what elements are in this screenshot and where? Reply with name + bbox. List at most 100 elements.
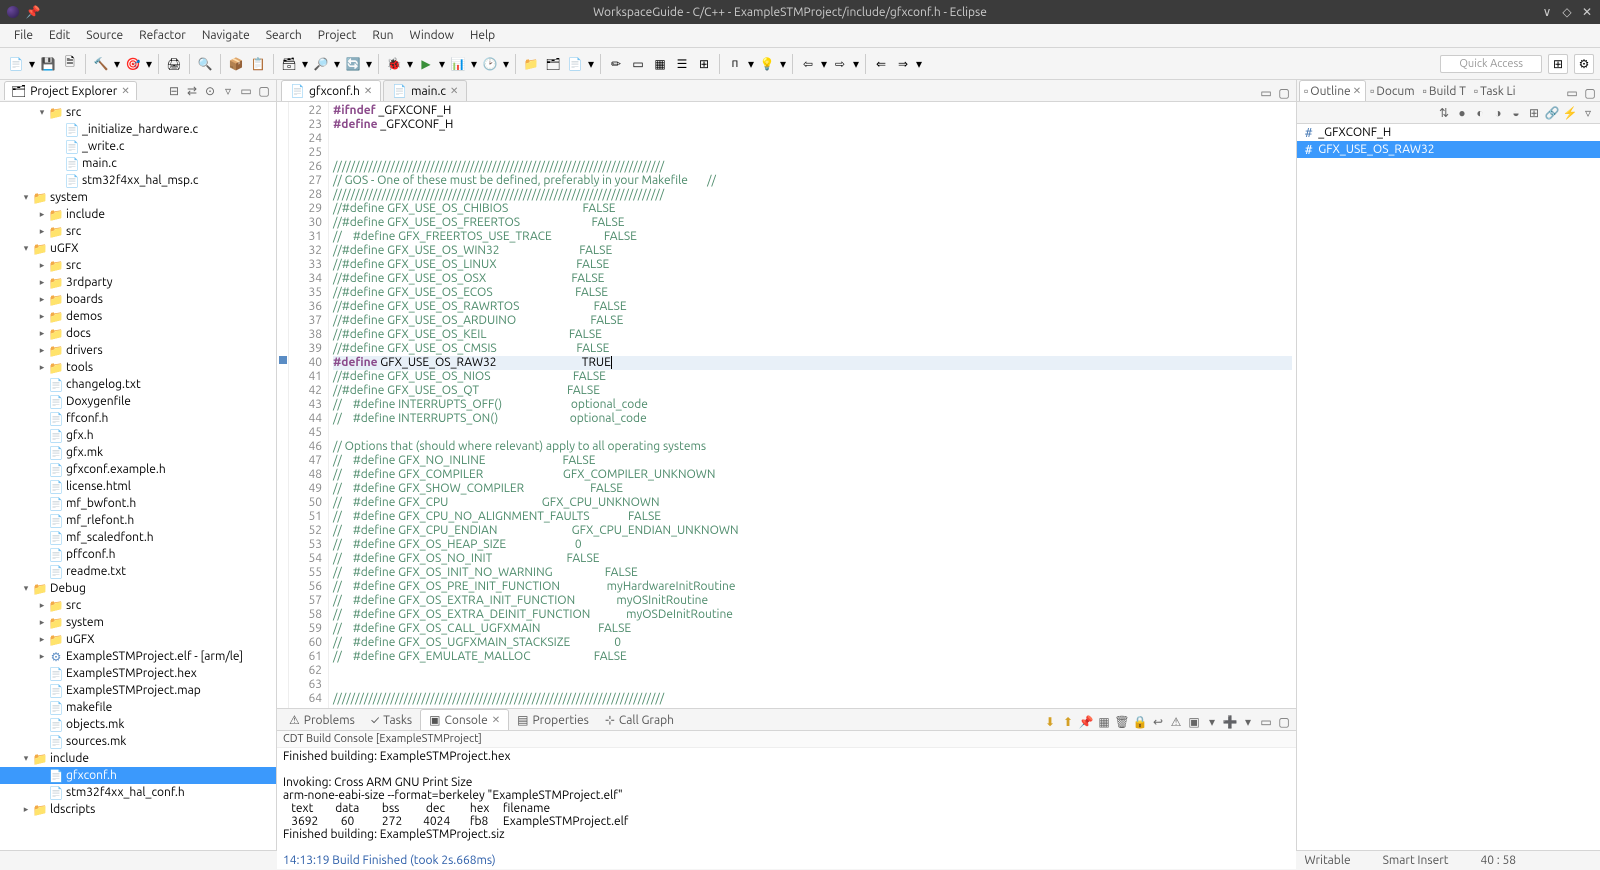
search-icon[interactable]: 🔎 xyxy=(311,54,331,74)
tree-item[interactable]: ▸📁docs xyxy=(0,325,276,342)
chevron-down-icon[interactable]: ▾ xyxy=(406,57,414,71)
chevron-down-icon[interactable]: ▾ xyxy=(779,57,787,71)
collapse-all-icon[interactable]: ⊟ xyxy=(166,83,182,99)
outline-tab-docum[interactable]: ▫Docum xyxy=(1366,81,1419,101)
link-icon[interactable]: 🔗 xyxy=(1544,105,1560,121)
tree-item[interactable]: ▸📁tools xyxy=(0,359,276,376)
pi-icon[interactable]: π xyxy=(725,54,745,74)
menu-run[interactable]: Run xyxy=(364,27,401,44)
tree-item[interactable]: ▸📁boards xyxy=(0,291,276,308)
tree-item[interactable]: 📄license.html xyxy=(0,478,276,495)
tree-item[interactable]: 📄gfxconf.example.h xyxy=(0,461,276,478)
chevron-down-icon[interactable]: ▾ xyxy=(747,57,755,71)
word-wrap-icon[interactable]: ↩ xyxy=(1150,714,1166,730)
display-icon[interactable]: ▦ xyxy=(1096,714,1112,730)
save-icon[interactable]: 💾 xyxy=(38,54,58,74)
close-icon[interactable]: ✕ xyxy=(450,85,458,97)
console-content[interactable]: Finished building: ExampleSTMProject.hex… xyxy=(277,748,1296,869)
tree-item[interactable]: ▸⚙ExampleSTMProject.elf - [arm/le] xyxy=(0,648,276,665)
outline-list[interactable]: #_GFXCONF_H#GFX_USE_OS_RAW32 xyxy=(1297,124,1600,850)
coverage-icon[interactable]: 🕑 xyxy=(480,54,500,74)
tree-item[interactable]: ▸📁3rdparty xyxy=(0,274,276,291)
close-icon[interactable]: ✕ xyxy=(364,85,372,97)
rect-icon[interactable]: ▭ xyxy=(628,54,648,74)
outline-tab-build-t[interactable]: ▫Build T xyxy=(1419,81,1470,101)
outline-item[interactable]: #_GFXCONF_H xyxy=(1297,124,1600,141)
menu-window[interactable]: Window xyxy=(402,27,462,44)
close-icon[interactable]: ✕ xyxy=(1353,85,1361,97)
tree-item[interactable]: 📄stm32f4xx_hal_msp.c xyxy=(0,172,276,189)
expanded-icon[interactable]: ▾ xyxy=(20,583,32,594)
tree-item[interactable]: ▸📁system xyxy=(0,614,276,631)
tree-item[interactable]: 📄gfxconf.h xyxy=(0,767,276,784)
maximize-icon[interactable]: ▢ xyxy=(1276,85,1292,101)
cpp-perspective-icon[interactable]: ⚙ xyxy=(1574,54,1594,74)
bottom-tab-problems[interactable]: ⚠Problems xyxy=(281,710,363,730)
minimize-icon[interactable]: ▭ xyxy=(1258,714,1274,730)
minimize-icon[interactable]: ▭ xyxy=(238,83,254,99)
new-console-icon[interactable]: ➕ xyxy=(1222,714,1238,730)
build-icon[interactable]: 🔨 xyxy=(91,54,111,74)
chevron-down-icon[interactable]: ▾ xyxy=(1204,714,1220,730)
pin-icon[interactable]: 📌 xyxy=(26,5,40,19)
tree-item[interactable]: ▾📁uGFX xyxy=(0,240,276,257)
tree-item[interactable]: ▸📁uGFX xyxy=(0,631,276,648)
scroll-lock-icon[interactable]: 🔒 xyxy=(1132,714,1148,730)
menu-file[interactable]: File xyxy=(6,27,41,44)
close-icon[interactable]: ✕ xyxy=(1580,5,1594,19)
minimize-icon[interactable]: ∨ xyxy=(1540,5,1554,19)
focus-icon[interactable]: ⊙ xyxy=(202,83,218,99)
collapsed-icon[interactable]: ▸ xyxy=(36,226,48,237)
tree-item[interactable]: ▾📁src xyxy=(0,104,276,121)
quick-access[interactable]: Quick Access xyxy=(1440,55,1542,73)
maximize-icon[interactable]: ▢ xyxy=(1582,85,1598,101)
tree-item[interactable]: ▸📁drivers xyxy=(0,342,276,359)
chevron-down-icon[interactable]: ▾ xyxy=(470,57,478,71)
hide-non-public-icon[interactable]: ◑ xyxy=(1490,105,1506,121)
menu-source[interactable]: Source xyxy=(78,27,131,44)
view-menu-icon[interactable]: ▿ xyxy=(1580,105,1596,121)
minimize-icon[interactable]: ▭ xyxy=(1258,85,1274,101)
tree-item[interactable]: 📄ffconf.h xyxy=(0,410,276,427)
list-icon[interactable]: ☰ xyxy=(672,54,692,74)
tree-item[interactable]: ▸📁include xyxy=(0,206,276,223)
collapsed-icon[interactable]: ▸ xyxy=(20,804,32,815)
maximize-icon[interactable]: ◇ xyxy=(1560,5,1574,19)
sort-icon[interactable]: ⇅ xyxy=(1436,105,1452,121)
link-editor-icon[interactable]: ⇄ xyxy=(184,83,200,99)
tree-item[interactable]: 📄readme.txt xyxy=(0,563,276,580)
clear-icon[interactable]: 🗑 xyxy=(1114,714,1130,730)
collapsed-icon[interactable]: ▸ xyxy=(36,311,48,322)
chevron-down-icon[interactable]: ▾ xyxy=(852,57,860,71)
editor-tab-gfxconf-h[interactable]: 📄gfxconf.h✕ xyxy=(281,80,381,101)
chevron-down-icon[interactable]: ▾ xyxy=(915,57,923,71)
collapsed-icon[interactable]: ▸ xyxy=(36,328,48,339)
new-file-icon[interactable]: 📄 xyxy=(565,54,585,74)
hide-inactive-icon[interactable]: ◒ xyxy=(1508,105,1524,121)
tree-item[interactable]: 📄Doxygenfile xyxy=(0,393,276,410)
menu-edit[interactable]: Edit xyxy=(41,27,78,44)
tree-item[interactable]: 📄sources.mk xyxy=(0,733,276,750)
tree-item[interactable]: 📄_initialize_hardware.c xyxy=(0,121,276,138)
chevron-down-icon[interactable]: ▾ xyxy=(113,57,121,71)
chevron-down-icon[interactable]: ▾ xyxy=(365,57,373,71)
perspective-open-icon[interactable]: ⊞ xyxy=(1548,54,1568,74)
tree-item[interactable]: ▸📁demos xyxy=(0,308,276,325)
chevron-down-icon[interactable]: ▾ xyxy=(333,57,341,71)
collapsed-icon[interactable]: ▸ xyxy=(36,277,48,288)
chevron-down-icon[interactable]: ▾ xyxy=(301,57,309,71)
expanded-icon[interactable]: ▾ xyxy=(36,107,48,118)
collapsed-icon[interactable]: ▸ xyxy=(36,600,48,611)
close-icon[interactable]: ✕ xyxy=(492,714,500,726)
outline-tab-outline[interactable]: ▫Outline✕ xyxy=(1299,80,1366,101)
outline-tab-task-li[interactable]: ▫Task Li xyxy=(1470,81,1520,101)
hide-fields-icon[interactable]: ● xyxy=(1454,105,1470,121)
tree-item[interactable]: ▸📁src xyxy=(0,597,276,614)
view-menu-icon[interactable]: ▿ xyxy=(220,83,236,99)
tree-item[interactable]: 📄main.c xyxy=(0,155,276,172)
menu-project[interactable]: Project xyxy=(310,27,365,44)
editor-tab-main-c[interactable]: 📄main.c✕ xyxy=(383,80,467,101)
collapsed-icon[interactable]: ▸ xyxy=(36,345,48,356)
bottom-tab-call-graph[interactable]: ⊹Call Graph xyxy=(597,710,682,730)
menu-refactor[interactable]: Refactor xyxy=(131,27,194,44)
